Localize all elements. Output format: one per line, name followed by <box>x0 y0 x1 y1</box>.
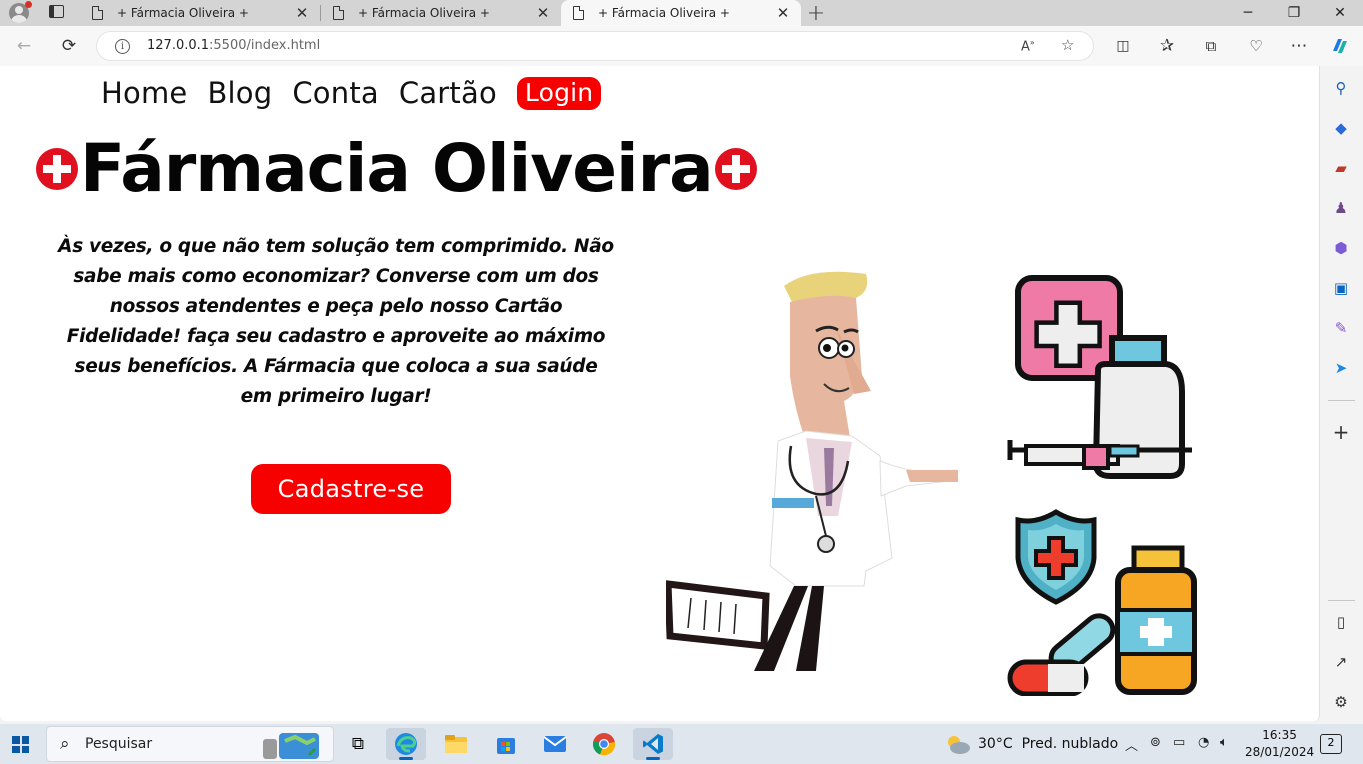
tab-title: + Fármacia Oliveira + <box>358 6 490 20</box>
brand-header: Fármacia Oliveira <box>36 136 757 202</box>
url-text[interactable]: 127.0.0.1:5500/index.html <box>147 38 320 53</box>
doctor-illustration <box>666 271 959 671</box>
window-controls: ─ ❐ ✕ <box>1225 0 1363 26</box>
designer-icon[interactable]: ✎ <box>1331 318 1351 338</box>
sidebar-panel-icon[interactable]: ▯ <box>1331 612 1351 632</box>
shopping-tag-icon[interactable]: ◆ <box>1331 118 1351 138</box>
more-menu-icon[interactable]: ⋯ <box>1288 35 1310 57</box>
refresh-icon[interactable]: ⟳ <box>58 35 80 57</box>
settings-gear-icon[interactable]: ⚙ <box>1331 692 1351 712</box>
back-arrow-icon[interactable]: ← <box>13 35 35 57</box>
tools-briefcase-icon[interactable]: ▰ <box>1331 158 1351 178</box>
send-icon[interactable]: ➤ <box>1331 358 1351 378</box>
search-icon[interactable]: ⚲ <box>1331 78 1351 98</box>
copilot-icon[interactable] <box>1329 35 1351 57</box>
site-info-icon[interactable]: i <box>115 39 130 54</box>
games-icon[interactable]: ♟ <box>1331 198 1351 218</box>
favorite-star-icon[interactable]: ☆ <box>1061 36 1074 54</box>
tab-actions-icon[interactable] <box>49 5 64 18</box>
microsoft365-icon[interactable]: ⬢ <box>1331 238 1351 258</box>
notification-center-icon[interactable]: 2 <box>1320 734 1342 754</box>
tab-close-icon[interactable]: ✕ <box>535 4 551 22</box>
browser-tab-1[interactable]: + Fármacia Oliveira + ✕ <box>80 0 320 26</box>
add-icon[interactable]: + <box>1331 420 1351 444</box>
cadastre-se-button[interactable]: Cadastre-se <box>251 464 451 514</box>
sidebar-divider <box>1328 600 1355 601</box>
medical-cross-icon <box>36 148 78 190</box>
external-link-icon[interactable]: ↗ <box>1331 652 1351 672</box>
web-page: Home Blog Conta Cartão Login Fármacia Ol… <box>0 66 1320 721</box>
medicine-bottle-syringe-icon <box>1007 275 1192 479</box>
browser-tab-3-active[interactable]: + Fármacia Oliveira + ✕ <box>561 0 801 26</box>
collections-icon[interactable]: ⧉ <box>1200 35 1222 57</box>
task-view-icon[interactable]: ⧉ <box>338 728 378 760</box>
medical-cross-icon <box>714 148 757 190</box>
wifi-icon[interactable]: ◔ <box>1198 735 1209 750</box>
browser-tab-strip: + Fármacia Oliveira + ✕ + Fármacia Olive… <box>0 0 1363 26</box>
read-aloud-icon[interactable]: A» <box>1021 38 1035 54</box>
edge-sidebar: ⚲ ◆ ▰ ♟ ⬢ ▣ ✎ ➤ + ▯ ↗ ⚙ <box>1320 66 1363 724</box>
windows-taskbar: ⌕ Pesquisar ⧉ 30°C Pred. nublado ︿ ⊚ ▭ ◔… <box>0 724 1363 764</box>
brand-title: Fármacia Oliveira <box>80 130 714 207</box>
favorites-icon[interactable]: ✰ <box>1156 35 1178 57</box>
new-tab-button[interactable]: + <box>801 0 831 26</box>
location-icon: ⊚ <box>1150 735 1161 750</box>
browser-toolbar: ← ⟳ i 127.0.0.1:5500/index.html A» ☆ ◫ ✰… <box>0 26 1363 66</box>
search-icon: ⌕ <box>60 734 70 754</box>
taskbar-clock[interactable]: 16:35 28/01/2024 <box>1245 727 1314 761</box>
nav-link-cartao[interactable]: Cartão <box>399 76 497 110</box>
taskbar-edge-icon[interactable] <box>386 728 426 760</box>
windows-start-icon[interactable] <box>12 736 29 753</box>
site-nav: Home Blog Conta Cartão Login <box>101 76 621 110</box>
taskbar-store-icon[interactable] <box>486 728 526 760</box>
weather-widget[interactable]: 30°C Pred. nublado <box>944 733 1118 755</box>
taskbar-file-explorer-icon[interactable] <box>436 728 476 760</box>
close-window-icon[interactable]: ✕ <box>1317 0 1363 26</box>
browser-essentials-icon[interactable]: ♡ <box>1245 35 1267 57</box>
profile-notification-dot <box>25 1 32 8</box>
tab-close-icon[interactable]: ✕ <box>294 4 310 22</box>
page-icon <box>333 6 344 20</box>
nav-link-conta[interactable]: Conta <box>292 76 379 110</box>
tagline-text: Às vezes, o que não tem solução tem comp… <box>58 236 614 407</box>
clock-date: 28/01/2024 <box>1245 745 1315 759</box>
taskbar-search-box[interactable]: ⌕ Pesquisar <box>46 726 334 762</box>
weather-description: Pred. nublado <box>1021 736 1119 752</box>
active-indicator <box>646 757 660 760</box>
nav-link-blog[interactable]: Blog <box>207 76 272 110</box>
taskbar-mail-icon[interactable] <box>535 728 575 760</box>
health-shield-pills-icon <box>1007 509 1197 696</box>
minimize-icon[interactable]: ─ <box>1225 0 1271 26</box>
taskbar-vscode-icon[interactable] <box>633 728 673 760</box>
page-icon <box>92 6 103 20</box>
tab-close-icon[interactable]: ✕ <box>775 4 791 22</box>
sidebar-divider <box>1328 400 1355 401</box>
cloudy-weather-icon <box>948 736 970 754</box>
address-bar[interactable]: i 127.0.0.1:5500/index.html A» ☆ <box>96 31 1094 61</box>
battery-icon[interactable]: ▭ <box>1173 735 1185 750</box>
login-button[interactable]: Login <box>516 76 602 110</box>
tab-strip-leading <box>0 0 80 26</box>
taskbar-chrome-icon[interactable] <box>584 728 624 760</box>
clock-time: 16:35 <box>1262 728 1297 742</box>
weather-temperature: 30°C <box>978 736 1013 752</box>
active-indicator <box>399 757 413 760</box>
page-icon <box>573 6 584 20</box>
search-placeholder: Pesquisar <box>85 736 153 752</box>
outlook-icon[interactable]: ▣ <box>1331 278 1351 298</box>
browser-tab-2[interactable]: + Fármacia Oliveira + ✕ <box>321 0 561 26</box>
tab-title: + Fármacia Oliveira + <box>598 6 730 20</box>
split-screen-icon[interactable]: ◫ <box>1112 35 1134 57</box>
show-hidden-icons-chevron-icon[interactable]: ︿ <box>1125 735 1138 754</box>
restore-icon[interactable]: ❐ <box>1271 0 1317 26</box>
volume-icon[interactable]: 🔈︎ <box>1220 735 1228 750</box>
nav-link-home[interactable]: Home <box>101 76 187 110</box>
search-highlight-icon <box>263 733 319 759</box>
tab-title: + Fármacia Oliveira + <box>117 6 249 20</box>
